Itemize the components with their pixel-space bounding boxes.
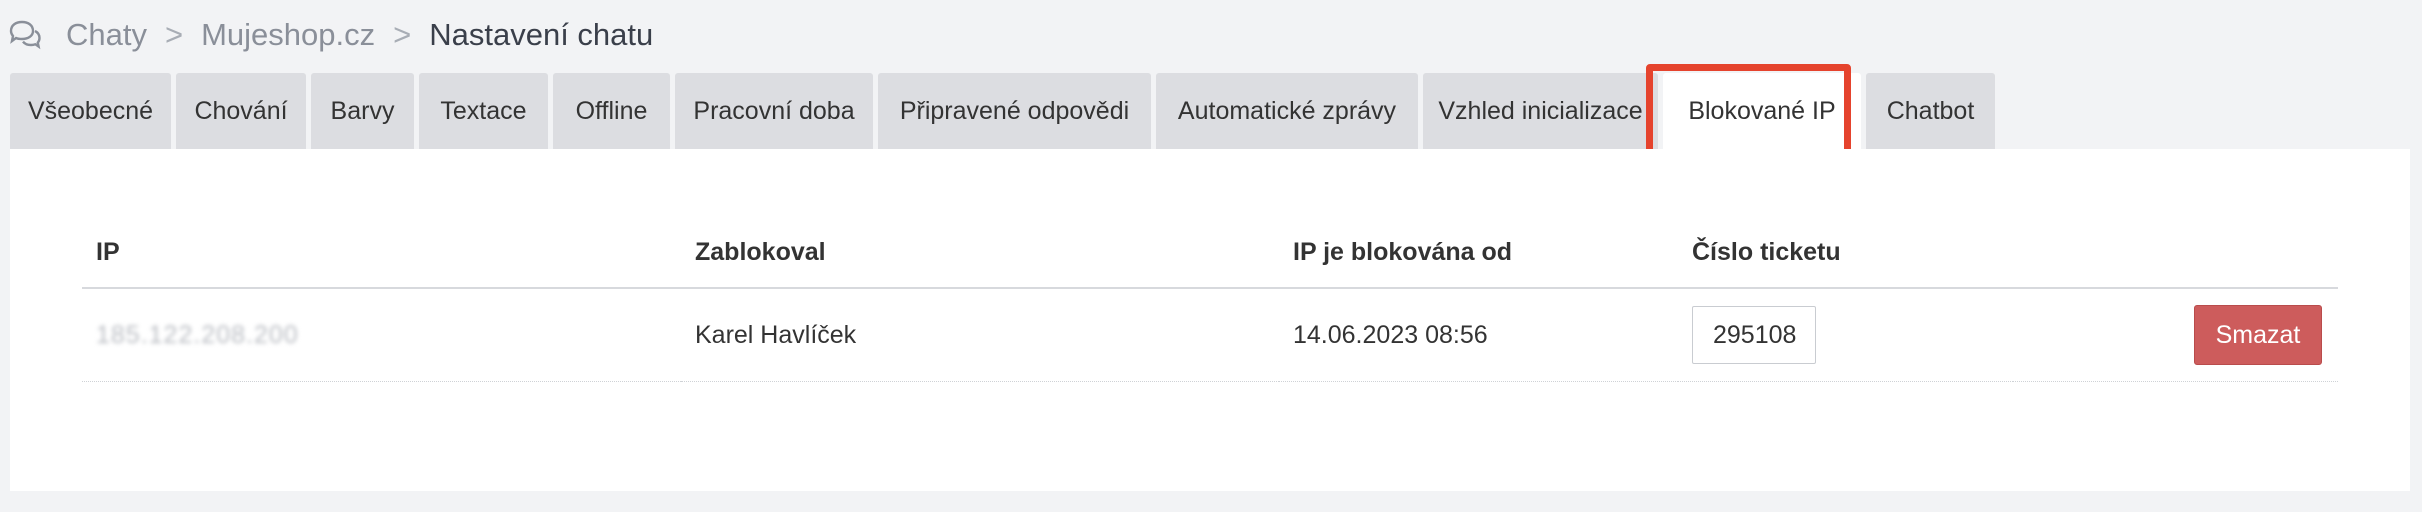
blocked-ip-panel: IP Zablokoval IP je blokována od Číslo t… xyxy=(10,149,2410,491)
tab-offline[interactable]: Offline xyxy=(553,73,670,149)
tab-init-appearance[interactable]: Vzhled inicializace xyxy=(1423,73,1658,149)
breadcrumb-separator: > xyxy=(393,17,412,52)
table-header-row: IP Zablokoval IP je blokována od Číslo t… xyxy=(82,217,2338,289)
breadcrumb-chats-link[interactable]: Chaty xyxy=(66,17,147,53)
tab-colors[interactable]: Barvy xyxy=(311,73,414,149)
breadcrumb-separator: > xyxy=(164,17,184,52)
ticket-number-field[interactable]: 295108 xyxy=(1692,306,1816,364)
blocked-ip-table: IP Zablokoval IP je blokována od Číslo t… xyxy=(82,217,2338,382)
tab-working-hours[interactable]: Pracovní doba xyxy=(675,73,873,149)
header-ip: IP xyxy=(82,217,681,289)
table-row: 185.122.208.200 Karel Havlíček 14.06.202… xyxy=(82,288,2338,382)
cell-ip: 185.122.208.200 xyxy=(82,288,681,382)
settings-tabs: Všeobecné Chování Barvy Textace Offline … xyxy=(10,73,1995,149)
tab-texts[interactable]: Textace xyxy=(419,73,548,149)
tab-general[interactable]: Všeobecné xyxy=(10,73,171,149)
header-actions xyxy=(2012,217,2338,289)
cell-ticket: 295108 xyxy=(1678,288,2013,382)
cell-blocked-since: 14.06.2023 08:56 xyxy=(1279,288,1678,382)
ip-address: 185.122.208.200 xyxy=(96,320,299,349)
header-blocked-by: Zablokoval xyxy=(681,217,1279,289)
cell-actions: Smazat xyxy=(2012,288,2338,382)
tab-prepared-answers[interactable]: Připravené odpovědi xyxy=(878,73,1151,149)
header-blocked-since: IP je blokována od xyxy=(1279,217,1678,289)
tab-chatbot[interactable]: Chatbot xyxy=(1866,73,1995,149)
delete-button[interactable]: Smazat xyxy=(2194,305,2322,365)
breadcrumb-shop-link[interactable]: Mujeshop.cz xyxy=(201,17,375,53)
chat-bubbles-icon xyxy=(8,20,42,50)
tab-automatic-messages[interactable]: Automatické zprávy xyxy=(1156,73,1418,149)
tab-behavior[interactable]: Chování xyxy=(176,73,306,149)
cell-blocked-by: Karel Havlíček xyxy=(681,288,1279,382)
tab-blocked-ip[interactable]: Blokované IP xyxy=(1663,73,1861,149)
page-title: Nastavení chatu xyxy=(429,17,654,52)
breadcrumb: Chaty > Mujeshop.cz > Nastavení chatu xyxy=(8,12,653,58)
header-ticket: Číslo ticketu xyxy=(1678,217,2013,289)
